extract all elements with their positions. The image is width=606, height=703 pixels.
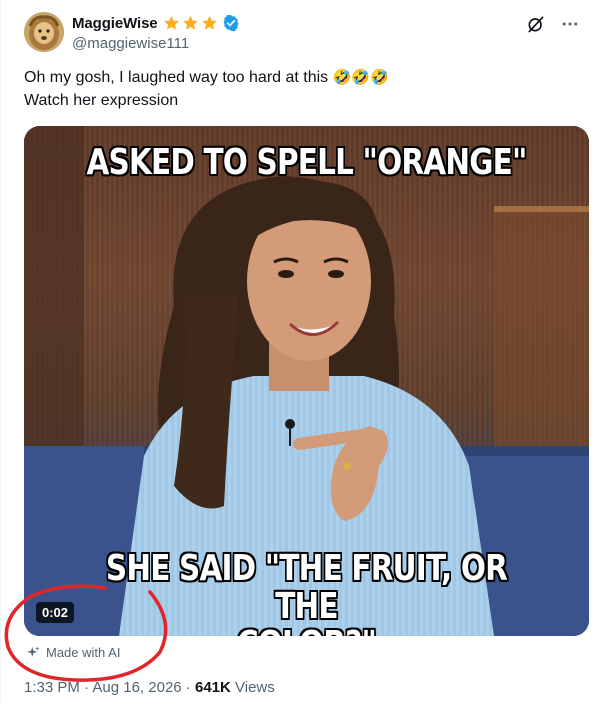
star-icon — [182, 15, 198, 30]
video-time-badge: 0:02 — [36, 602, 75, 623]
tweet-date[interactable]: Aug 16, 2026 — [92, 679, 181, 696]
views-count[interactable]: 641K — [195, 679, 231, 696]
tweet-text: Oh my gosh, I laughed way too hard at th… — [24, 66, 584, 112]
tweet-text-line-2: Watch her expression — [24, 92, 179, 109]
tweet: MaggieWise @maggiewise111 Oh my gosh, I … — [0, 0, 606, 703]
sparkle-icon — [27, 646, 40, 657]
video-player[interactable]: ASKED TO SPELL "ORANGE" SHE SAID "THE FR… — [24, 126, 589, 636]
meta-separator: · — [181, 679, 195, 696]
avatar-image — [24, 12, 64, 52]
handle[interactable]: @maggiewise111 — [72, 35, 240, 52]
rating-stars — [162, 14, 219, 32]
views-label: Views — [235, 679, 275, 696]
emoji: 🤣🤣🤣 — [332, 68, 389, 86]
star-icon — [163, 15, 179, 30]
avatar[interactable] — [24, 12, 64, 52]
verified-badge-icon[interactable] — [222, 14, 240, 32]
tweet-header: MaggieWise @maggiewise111 — [24, 12, 584, 54]
author-names: MaggieWise @maggiewise111 — [72, 13, 240, 52]
meme-caption-bottom-line-2: COLOR?" — [75, 626, 538, 637]
grok-icon[interactable] — [526, 14, 546, 34]
more-icon[interactable] — [560, 14, 580, 34]
tweet-text-line-1: Oh my gosh, I laughed way too hard at th… — [24, 69, 329, 86]
meta-separator: · — [79, 679, 93, 696]
tweet-text-line: Oh my gosh, I laughed way too hard at th… — [24, 66, 584, 89]
star-icon — [201, 15, 217, 30]
meme-caption-top: ASKED TO SPELL "ORANGE" — [86, 142, 527, 183]
meme-caption-bottom-line-1: SHE SAID "THE FRUIT, OR THE — [105, 548, 508, 627]
made-with-ai-text: Made with AI — [46, 645, 121, 660]
meme-caption-bottom: SHE SAID "THE FRUIT, OR THE COLOR?" — [75, 548, 538, 637]
tweet-time[interactable]: 1:33 PM — [24, 679, 80, 696]
tweet-meta: 1:33 PM · Aug 16, 2026 · 641K Views — [24, 679, 275, 696]
name-row: MaggieWise — [72, 13, 240, 33]
display-name[interactable]: MaggieWise — [72, 15, 158, 32]
made-with-ai-label[interactable]: Made with AI — [26, 645, 120, 660]
divider — [0, 0, 1, 703]
